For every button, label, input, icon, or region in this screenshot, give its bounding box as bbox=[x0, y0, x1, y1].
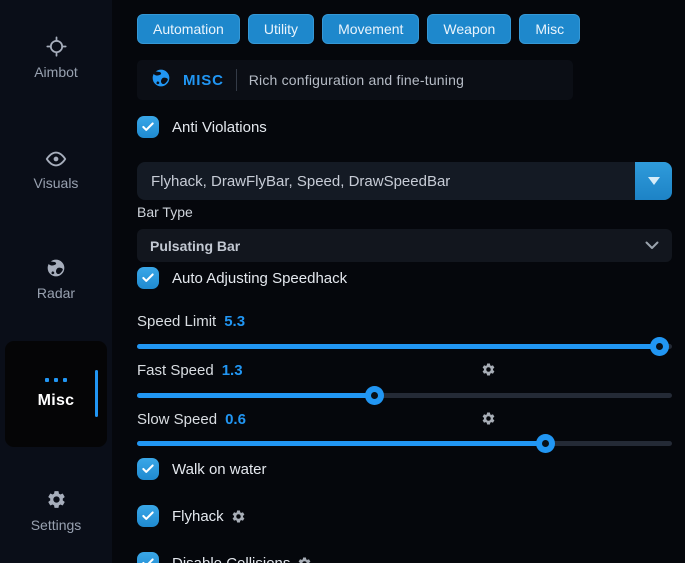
anti-violations-label: Anti Violations bbox=[172, 119, 267, 136]
sidebar-item-visuals[interactable]: Visuals bbox=[0, 150, 112, 191]
dropdown-arrow-button[interactable] bbox=[635, 162, 672, 200]
fast-speed-gear-icon[interactable] bbox=[481, 362, 496, 377]
walk-on-water-checkbox[interactable] bbox=[137, 458, 159, 480]
slider-handle[interactable] bbox=[650, 337, 669, 356]
eye-icon bbox=[45, 150, 67, 168]
sidebar-item-label: Misc bbox=[38, 392, 75, 410]
disable-collisions-row: Disable Collisions bbox=[137, 552, 312, 563]
sidebar-item-aimbot[interactable]: Aimbot bbox=[0, 36, 112, 80]
gear-icon bbox=[46, 489, 67, 510]
dropdown-arrow-icon bbox=[648, 177, 660, 185]
fast-speed-label-row: Fast Speed 1.3 bbox=[137, 360, 672, 380]
slow-speed-gear-icon[interactable] bbox=[481, 411, 496, 426]
category-tabs: Automation Utility Movement Weapon Misc bbox=[137, 14, 580, 44]
sidebar-item-label: Settings bbox=[31, 517, 82, 533]
slider-handle[interactable] bbox=[536, 434, 555, 453]
anti-violations-row: Anti Violations bbox=[137, 116, 267, 138]
check-icon bbox=[141, 556, 155, 563]
check-icon bbox=[141, 120, 155, 134]
bar-type-select[interactable]: Pulsating Bar bbox=[137, 229, 672, 262]
main-panel: Automation Utility Movement Weapon Misc … bbox=[112, 0, 685, 563]
sidebar: Aimbot Visuals Radar Misc Settings bbox=[0, 0, 112, 563]
active-indicator-bar bbox=[95, 370, 98, 417]
tab-misc[interactable]: Misc bbox=[519, 14, 580, 44]
disable-collisions-gear-icon[interactable] bbox=[297, 556, 312, 563]
bar-type-value: Pulsating Bar bbox=[150, 238, 240, 254]
walk-on-water-label: Walk on water bbox=[172, 461, 266, 478]
flyhack-checkbox[interactable] bbox=[137, 505, 159, 527]
speed-limit-slider[interactable] bbox=[137, 337, 672, 355]
bar-type-label: Bar Type bbox=[137, 204, 193, 220]
slider-fill bbox=[137, 344, 660, 349]
tab-automation[interactable]: Automation bbox=[137, 14, 240, 44]
slow-speed-slider[interactable] bbox=[137, 434, 672, 452]
auto-adjusting-speedhack-row: Auto Adjusting Speedhack bbox=[137, 267, 347, 289]
check-icon bbox=[141, 271, 155, 285]
slider-fill bbox=[137, 441, 546, 446]
disable-collisions-label: Disable Collisions bbox=[172, 555, 290, 563]
section-title: MISC bbox=[183, 72, 224, 89]
section-subtitle: Rich configuration and fine-tuning bbox=[249, 72, 464, 88]
bar-flags-select[interactable]: Flyhack, DrawFlyBar, Speed, DrawSpeedBar bbox=[137, 162, 672, 200]
tab-weapon[interactable]: Weapon bbox=[427, 14, 511, 44]
slider-handle[interactable] bbox=[365, 386, 384, 405]
sidebar-item-settings[interactable]: Settings bbox=[0, 489, 112, 533]
anti-violations-checkbox[interactable] bbox=[137, 116, 159, 138]
tab-utility[interactable]: Utility bbox=[248, 14, 314, 44]
fast-speed-value: 1.3 bbox=[222, 362, 243, 379]
sidebar-item-label: Visuals bbox=[34, 175, 79, 191]
globe-icon bbox=[46, 258, 66, 278]
walk-on-water-row: Walk on water bbox=[137, 458, 266, 480]
crosshair-icon bbox=[46, 36, 67, 57]
flyhack-gear-icon[interactable] bbox=[231, 509, 246, 524]
sidebar-item-radar[interactable]: Radar bbox=[0, 258, 112, 301]
sidebar-item-label: Aimbot bbox=[34, 64, 78, 80]
flyhack-row: Flyhack bbox=[137, 505, 246, 527]
chevron-down-icon bbox=[645, 237, 659, 255]
ellipsis-icon bbox=[45, 378, 67, 382]
sidebar-item-label: Radar bbox=[37, 285, 75, 301]
flyhack-label: Flyhack bbox=[172, 508, 224, 525]
sidebar-item-misc-active[interactable]: Misc bbox=[5, 341, 107, 447]
speed-limit-label-row: Speed Limit 5.3 bbox=[137, 311, 672, 331]
tab-movement[interactable]: Movement bbox=[322, 14, 419, 44]
slow-speed-label-row: Slow Speed 0.6 bbox=[137, 409, 672, 429]
auto-adjusting-speedhack-checkbox[interactable] bbox=[137, 267, 159, 289]
cheat-menu-window: Aimbot Visuals Radar Misc Settings bbox=[0, 0, 685, 563]
check-icon bbox=[141, 462, 155, 476]
check-icon bbox=[141, 509, 155, 523]
slow-speed-value: 0.6 bbox=[225, 411, 246, 428]
slow-speed-label: Slow Speed bbox=[137, 411, 217, 428]
section-header: MISC Rich configuration and fine-tuning bbox=[137, 60, 573, 100]
globe-icon bbox=[151, 68, 171, 93]
slider-fill bbox=[137, 393, 375, 398]
speed-limit-value: 5.3 bbox=[224, 313, 245, 330]
speed-limit-label: Speed Limit bbox=[137, 313, 216, 330]
fast-speed-label: Fast Speed bbox=[137, 362, 214, 379]
bar-flags-value: Flyhack, DrawFlyBar, Speed, DrawSpeedBar bbox=[137, 173, 635, 190]
disable-collisions-checkbox[interactable] bbox=[137, 552, 159, 563]
auto-adjusting-speedhack-label: Auto Adjusting Speedhack bbox=[172, 270, 347, 287]
divider bbox=[236, 69, 237, 91]
fast-speed-slider[interactable] bbox=[137, 386, 672, 404]
